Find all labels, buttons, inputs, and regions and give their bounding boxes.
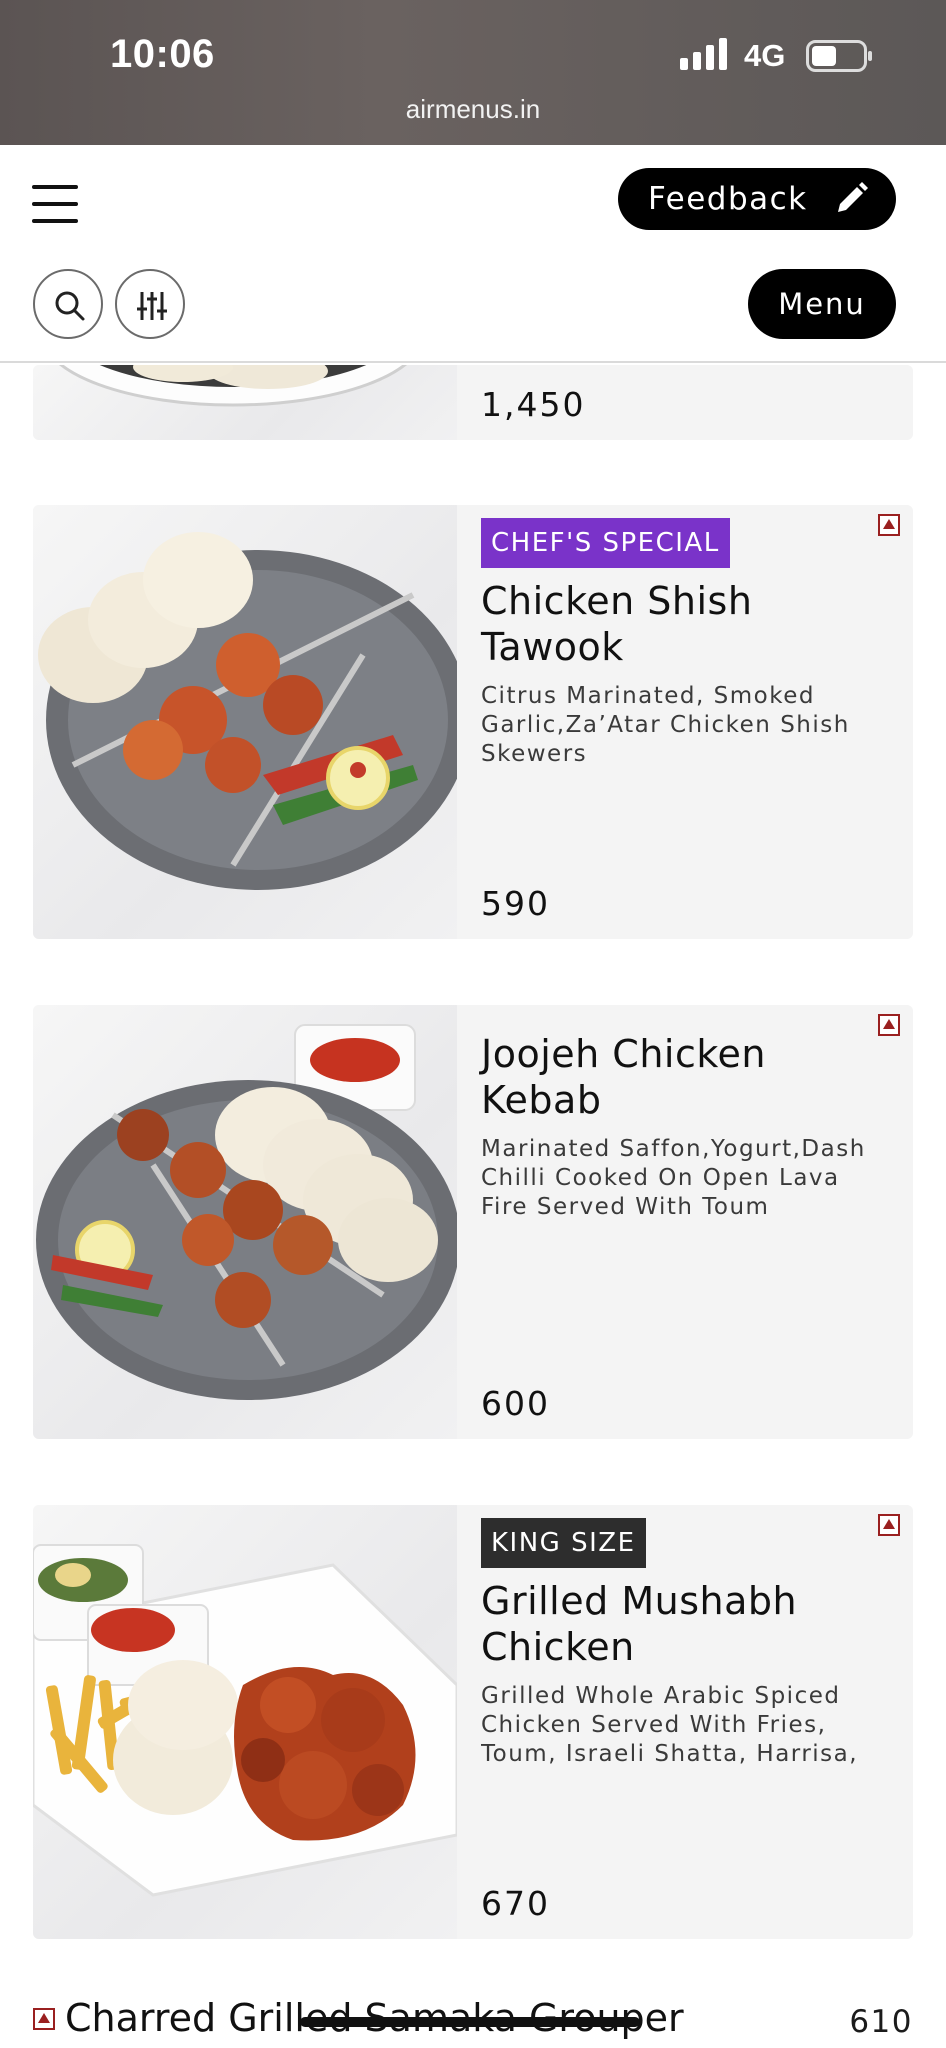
non-veg-marker-icon <box>878 514 900 536</box>
dish-photo <box>33 1505 457 1939</box>
hamburger-menu-icon[interactable] <box>32 185 78 223</box>
search-button[interactable] <box>33 269 103 339</box>
menu-item-card[interactable]: KING SIZE Grilled Mushabh Chicken Grille… <box>33 1505 913 1939</box>
page-header: Feedback Menu <box>0 145 946 363</box>
menu-item-card[interactable]: 1,450 <box>33 365 913 440</box>
menu-item-card[interactable]: CHEF'S SPECIAL Chicken Shish Tawook Citr… <box>33 505 913 939</box>
item-description: Citrus Marinated, Smoked Garlic,Za’Atar … <box>481 683 850 767</box>
sliders-icon <box>137 292 167 320</box>
menu-item-card[interactable]: Joojeh Chicken Kebab Marinated Saffon,Yo… <box>33 1005 913 1439</box>
menu-button[interactable]: Menu <box>748 269 896 339</box>
item-price: 590 <box>481 884 550 923</box>
item-price: 610 <box>849 2004 913 2040</box>
cell-signal-icon <box>680 38 727 70</box>
dish-photo <box>33 505 457 939</box>
browser-status-bar: 10:06 4G airmenus.in <box>0 0 946 145</box>
item-title: Grilled Mushabh Chicken <box>481 1579 798 1669</box>
battery-icon <box>806 40 872 72</box>
dish-photo <box>33 1005 457 1439</box>
feedback-label: Feedback <box>648 181 808 217</box>
clock: 10:06 <box>110 32 215 76</box>
search-icon <box>55 291 85 321</box>
item-description: Marinated Saffon,Yogurt,Dash Chilli Cook… <box>481 1136 866 1220</box>
non-veg-marker-icon <box>33 2008 55 2030</box>
chefs-special-badge: CHEF'S SPECIAL <box>481 518 730 568</box>
item-title: Chicken Shish Tawook <box>481 579 753 669</box>
item-description: Grilled Whole Arabic Spiced Chicken Serv… <box>481 1683 859 1767</box>
item-title: Joojeh Chicken Kebab <box>481 1032 766 1122</box>
item-price: 1,450 <box>481 385 586 424</box>
home-indicator[interactable] <box>300 2017 640 2027</box>
network-type: 4G <box>744 38 786 73</box>
king-size-badge: KING SIZE <box>481 1518 646 1568</box>
non-veg-marker-icon <box>878 1514 900 1536</box>
feedback-button[interactable]: Feedback <box>618 168 896 230</box>
filter-button[interactable] <box>115 269 185 339</box>
address-bar-url[interactable]: airmenus.in <box>0 94 946 125</box>
dish-photo <box>33 365 457 440</box>
non-veg-marker-icon <box>878 1014 900 1036</box>
item-price: 600 <box>481 1384 550 1423</box>
pencil-icon <box>838 182 868 212</box>
item-price: 670 <box>481 1884 550 1923</box>
